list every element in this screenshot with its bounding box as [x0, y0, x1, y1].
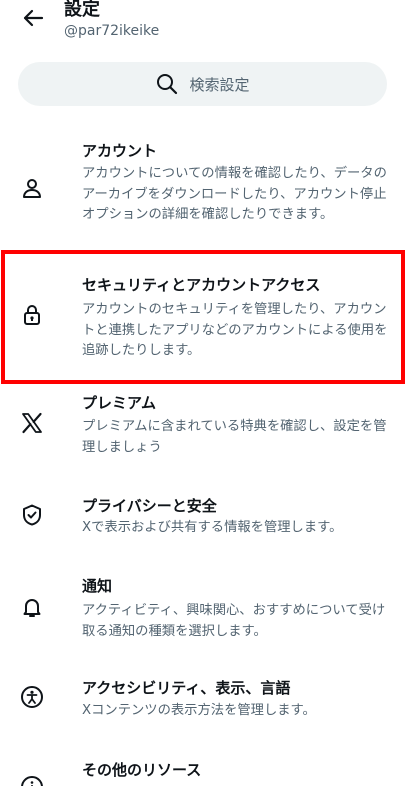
settings-item-title: その他のリソース [82, 761, 202, 779]
settings-item-title: セキュリティとアカウントアクセス [82, 276, 321, 294]
settings-item-accessibility[interactable]: アクセシビリティ、表示、言語 Xコンテンツの表示方法を管理します。 [0, 672, 410, 732]
settings-item-security[interactable]: セキュリティとアカウントアクセス アカウントのセキュリティを管理したり、アカウン… [0, 265, 410, 370]
settings-item-notifications[interactable]: 通知 アクティビティ、興味関心、おすすめについて受け取る通知の種類を選択します。 [0, 570, 410, 650]
shield-check-icon [19, 502, 45, 528]
settings-item-description: アクティビティ、興味関心、おすすめについて受け取る通知の種類を選択します。 [82, 603, 386, 639]
header: 設定 @par72ikeike [0, 0, 410, 50]
back-arrow-icon [23, 9, 44, 27]
accessibility-icon [19, 684, 45, 710]
account-handle: @par72ikeike [64, 23, 160, 39]
x-logo-icon [19, 410, 45, 436]
settings-page: 設定 @par72ikeike 検索設定 アカウント アカウントについての情報を… [0, 0, 410, 786]
settings-item-title: プライバシーと安全 [82, 497, 217, 515]
search-icon [155, 72, 179, 96]
settings-item-description: Xコンテンツの表示方法を管理します。 [82, 703, 316, 718]
lock-icon [19, 302, 45, 328]
settings-item-title: 通知 [82, 577, 113, 595]
info-icon [19, 774, 45, 786]
settings-item-resources[interactable]: その他のリソース [0, 754, 410, 786]
settings-item-privacy[interactable]: プライバシーと安全 Xで表示および共有する情報を管理します。 [0, 488, 410, 548]
bell-icon [19, 594, 45, 620]
back-button[interactable] [18, 4, 48, 32]
settings-item-description: アカウントのセキュリティを管理したり、アカウントと連携したアプリなどのアカウント… [82, 302, 388, 358]
settings-item-title: アクセシビリティ、表示、言語 [82, 679, 291, 697]
settings-item-account[interactable]: アカウント アカウントについての情報を確認したり、データのアーカイブをダウンロー… [0, 130, 410, 245]
person-icon [19, 175, 45, 201]
page-title: 設定 [64, 0, 100, 20]
settings-item-title: プレミアム [82, 394, 156, 412]
settings-item-description: アカウントについての情報を確認したり、データのアーカイブをダウンロードしたり、ア… [82, 166, 387, 222]
settings-item-description: プレミアムに含まれている特典を確認し、設定を管理しましょう [82, 419, 387, 455]
settings-item-description: Xで表示および共有する情報を管理します。 [82, 520, 343, 535]
search-input[interactable]: 検索設定 [18, 62, 387, 106]
search-placeholder: 検索設定 [189, 75, 250, 94]
settings-item-premium[interactable]: プレミアム プレミアムに含まれている特典を確認し、設定を管理しましょう [0, 390, 410, 465]
settings-item-title: アカウント [82, 142, 158, 160]
